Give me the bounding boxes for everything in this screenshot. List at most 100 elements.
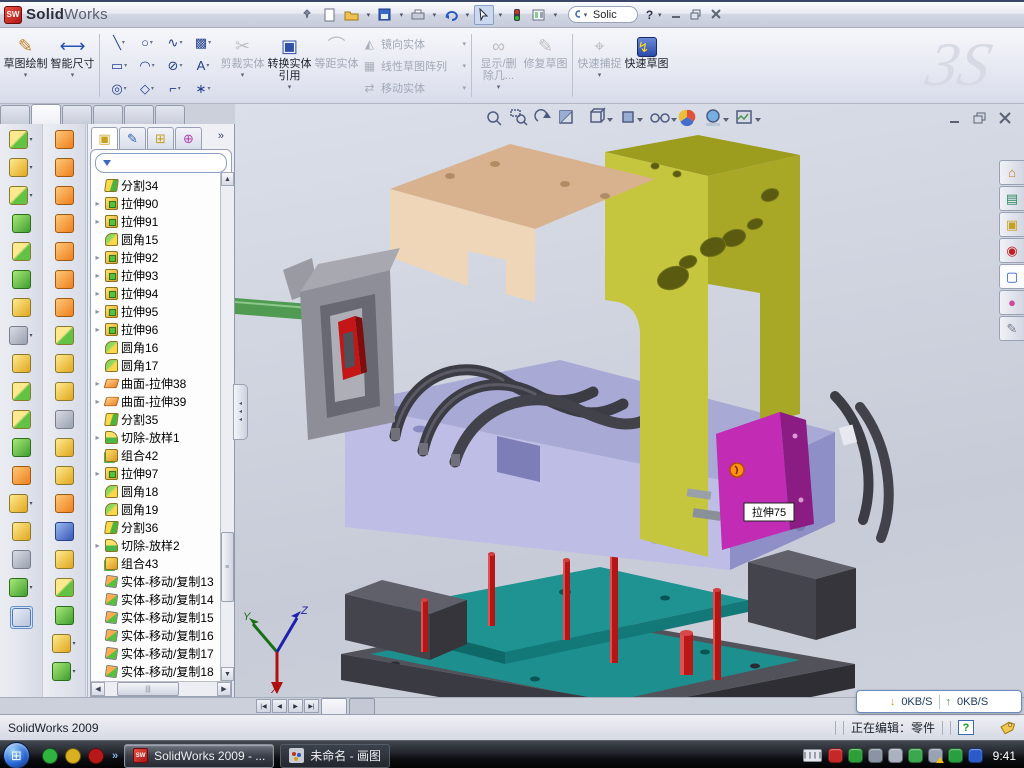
menu-item[interactable]: [244, 2, 266, 27]
mold-tool-button[interactable]: ▾: [55, 158, 74, 177]
task-pane-tab[interactable]: ✎: [999, 316, 1024, 341]
task-pane-tab[interactable]: ⌂: [999, 160, 1024, 185]
feature-tool-button[interactable]: ▾: [12, 410, 31, 429]
feature-tool-button[interactable]: ▾: [9, 186, 32, 205]
ribbon-tab[interactable]: [0, 105, 30, 124]
feature-tool-button[interactable]: ▾: [12, 382, 31, 401]
doc-minimize-button[interactable]: [947, 111, 963, 130]
feature-tool-button[interactable]: ▾: [12, 438, 31, 457]
mold-tool-button[interactable]: ▾: [55, 130, 74, 149]
tree-filter-box[interactable]: [95, 153, 227, 173]
repair-sketch-button[interactable]: ✎ 修复草图: [522, 30, 569, 101]
expand-arrow-icon[interactable]: ▸: [93, 379, 102, 388]
document-tab[interactable]: [349, 698, 375, 714]
doc-restore-button[interactable]: [972, 111, 988, 130]
expand-arrow-icon[interactable]: ▸: [93, 253, 102, 262]
feature-tree-item[interactable]: ▸ 拉伸90: [93, 194, 231, 212]
scroll-right-icon[interactable]: ▶: [217, 682, 231, 696]
sketch-tool-button[interactable]: ∗▾: [189, 77, 217, 100]
menu-item[interactable]: [134, 2, 156, 27]
input-method-keyboard-icon[interactable]: [803, 749, 822, 762]
manager-tab[interactable]: ⊞: [147, 127, 174, 149]
feature-tree-item[interactable]: 分割34: [93, 176, 231, 194]
ribbon-tab[interactable]: [31, 104, 61, 124]
feature-tool-button[interactable]: ▾: [12, 270, 31, 289]
sketch-tool-button[interactable]: ▩▾: [189, 31, 217, 54]
mold-tool-button[interactable]: ▾: [55, 270, 74, 289]
feature-tool-button[interactable]: ▾: [9, 578, 32, 597]
select-caret-icon[interactable]: ▾: [496, 11, 505, 19]
volume-tray-icon[interactable]: [888, 748, 903, 763]
feature-tree-item[interactable]: 组合42: [93, 446, 231, 464]
tree-vertical-scrollbar[interactable]: ▲ ≡ ▼: [220, 172, 234, 681]
feature-tree-item[interactable]: 圆角18: [93, 482, 231, 500]
feature-tree-item[interactable]: 圆角16: [93, 338, 231, 356]
sketch-tool-button[interactable]: ○▾: [133, 31, 161, 54]
feature-tool-button[interactable]: ▾: [12, 354, 31, 373]
search-box[interactable]: ▾: [568, 6, 638, 23]
expand-arrow-icon[interactable]: ▸: [93, 433, 102, 442]
new-document-icon[interactable]: [320, 5, 340, 25]
solidworks-quicklaunch-icon[interactable]: [88, 748, 104, 764]
select-tool-icon[interactable]: [474, 5, 494, 25]
feature-tree-item[interactable]: 分割36: [93, 518, 231, 536]
feature-tree-item[interactable]: 圆角19: [93, 500, 231, 518]
mold-tool-button[interactable]: ▾: [55, 298, 74, 317]
trim-entities-button[interactable]: ✂ 剪裁实体 ▾: [219, 30, 266, 101]
quick-tips-icon[interactable]: ?: [958, 720, 974, 735]
tree-horizontal-scrollbar[interactable]: ◀ ||| ▶: [91, 681, 231, 696]
feature-tree-item[interactable]: 实体-移动/复制17: [93, 644, 231, 662]
feature-tree-item[interactable]: ▸ 切除-放样1: [93, 428, 231, 446]
sketch-tool-button[interactable]: ◇▾: [133, 77, 161, 100]
expand-arrow-icon[interactable]: ▸: [93, 199, 102, 208]
feature-tool-button[interactable]: ▾: [9, 326, 32, 345]
antivirus-tray-icon[interactable]: [828, 748, 843, 763]
manager-tab[interactable]: ⊕: [175, 127, 202, 149]
convert-entities-button[interactable]: ▣ 转换实体引用 ▾: [266, 30, 313, 101]
open-icon[interactable]: [342, 5, 362, 25]
rebuild-trafficlight-icon[interactable]: [507, 5, 527, 25]
menu-item[interactable]: [266, 2, 288, 27]
mold-tool-button[interactable]: ▾: [55, 606, 74, 625]
feature-tree-item[interactable]: ▸ 拉伸97: [93, 464, 231, 482]
health-shield-tray-icon[interactable]: [948, 748, 963, 763]
task-pane-tab[interactable]: ▣: [999, 212, 1024, 237]
task-pane-tab[interactable]: ▢: [999, 264, 1024, 289]
restore-button[interactable]: [690, 8, 702, 22]
document-tab[interactable]: [321, 698, 347, 714]
task-pane-tab[interactable]: ●: [999, 290, 1024, 315]
vscroll-thumb[interactable]: ≡: [221, 532, 234, 602]
feature-tool-button[interactable]: ▾: [9, 158, 32, 177]
sketch-button[interactable]: ✎ 草图绘制 ▾: [2, 30, 49, 101]
app-quicklaunch-icon[interactable]: [65, 748, 81, 764]
feature-tool-button[interactable]: ▾: [12, 298, 31, 317]
feature-tree-item[interactable]: 圆角17: [93, 356, 231, 374]
search-caret-icon[interactable]: ▾: [583, 11, 588, 19]
pattern-tool-button[interactable]: ⇄ 移动实体 ▾: [360, 78, 468, 98]
mold-tool-button[interactable]: ▾: [55, 438, 74, 457]
feature-tool-button[interactable]: ▾: [9, 130, 32, 149]
expand-arrow-icon[interactable]: ▸: [93, 469, 102, 478]
smart-dimension-button[interactable]: ⟷ 智能尺寸 ▾: [49, 30, 96, 101]
feature-tool-button[interactable]: ▾: [12, 242, 31, 261]
mold-tool-button[interactable]: ▾: [55, 326, 74, 345]
pin-icon[interactable]: [298, 5, 318, 25]
taskbar-window-button[interactable]: SW SolidWorks 2009 - ...: [124, 744, 274, 768]
display-delete-relations-button[interactable]: ∞ 显示/删除几... ▾: [475, 30, 522, 101]
scroll-down-icon[interactable]: ▼: [221, 667, 234, 681]
feature-tool-button[interactable]: ▾: [10, 606, 33, 629]
feature-tree-item[interactable]: 实体-移动/复制18: [93, 662, 231, 680]
mold-tool-button[interactable]: ▾: [55, 578, 74, 597]
first-tab-icon[interactable]: |◀: [256, 699, 271, 713]
panel-splitter-handle[interactable]: ◂◂◂: [233, 384, 248, 440]
feature-tree-item[interactable]: ▸ 拉伸92: [93, 248, 231, 266]
mold-tool-button[interactable]: ▾: [55, 382, 74, 401]
mold-tool-button[interactable]: ▾: [55, 494, 74, 513]
feature-tree-item[interactable]: ▸ 切除-放样2: [93, 536, 231, 554]
search-input[interactable]: [591, 8, 631, 22]
feature-tree-item[interactable]: 实体-移动/复制13: [93, 572, 231, 590]
sketch-tool-button[interactable]: ▭▾: [105, 54, 133, 77]
open-caret-icon[interactable]: ▾: [364, 11, 373, 19]
ribbon-tab[interactable]: [155, 105, 185, 124]
side-hoses[interactable]: [835, 396, 889, 538]
